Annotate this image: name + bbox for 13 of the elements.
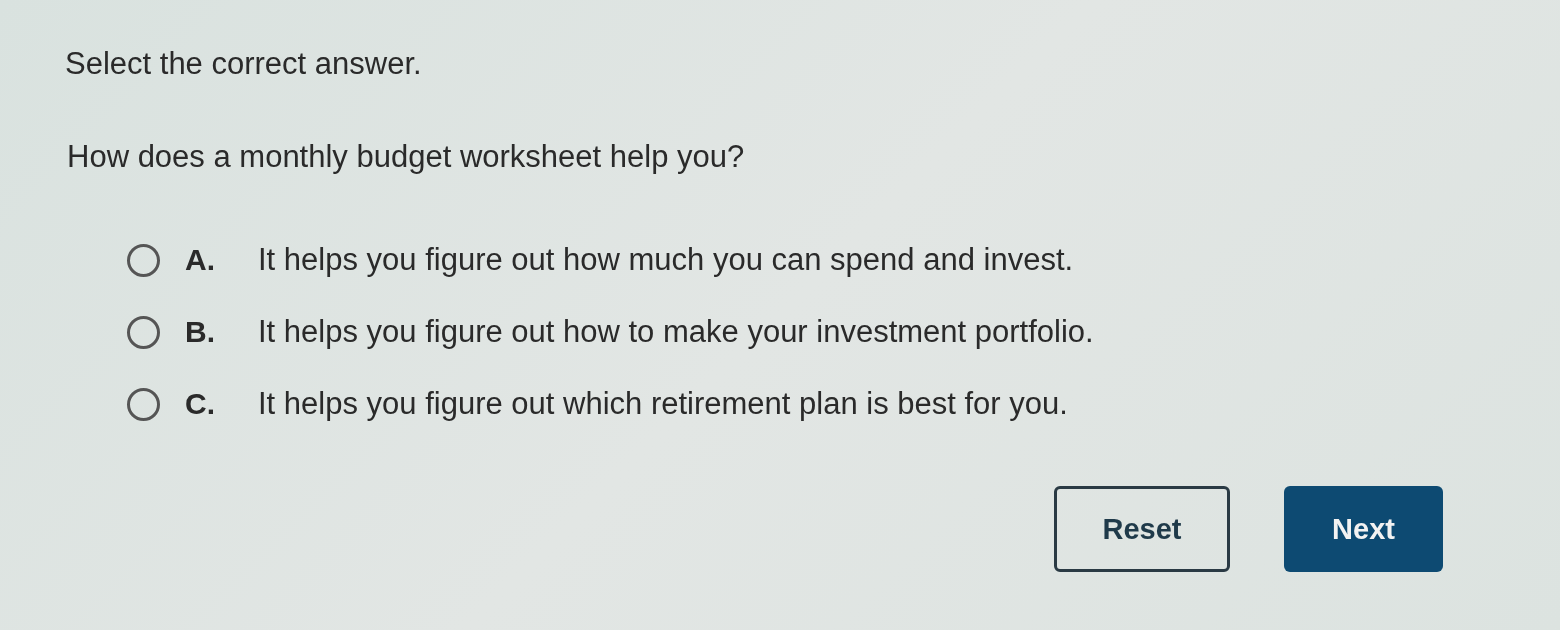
reset-button[interactable]: Reset (1054, 486, 1230, 572)
next-button[interactable]: Next (1284, 486, 1443, 572)
radio-button[interactable] (127, 315, 160, 349)
radio-button[interactable] (127, 243, 160, 277)
radio-button[interactable] (127, 387, 160, 421)
option-text[interactable]: It helps you figure out which retirement plan is best for you. (258, 386, 1068, 422)
option-text[interactable]: It helps you figure out how to make your investment portfolio. (258, 314, 1094, 350)
option-letter: B. (185, 315, 216, 349)
option-text[interactable]: It helps you figure out how much you can spend and invest. (258, 242, 1074, 278)
instruction-text: Select the correct answer. (65, 46, 422, 82)
question-text: How does a monthly budget worksheet help you? (67, 139, 745, 175)
option-letter: A. (185, 243, 216, 277)
option-letter: C. (185, 387, 216, 421)
